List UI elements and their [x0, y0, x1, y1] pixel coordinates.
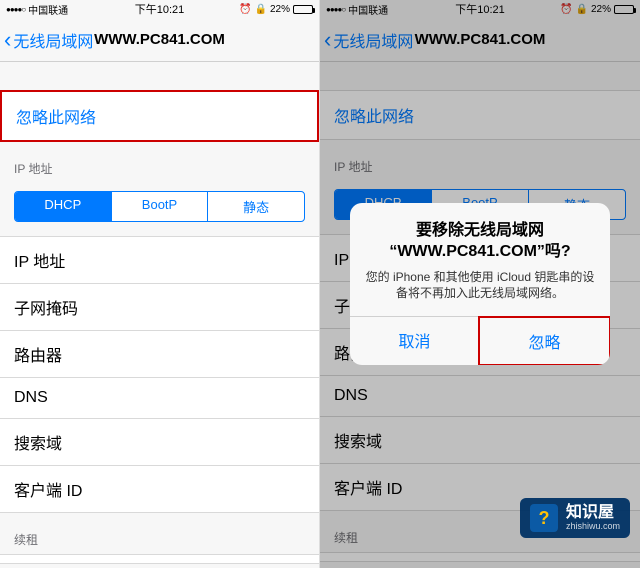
watermark-icon: ?: [530, 504, 558, 532]
seg-bootp[interactable]: BootP: [111, 192, 208, 221]
row-subnet[interactable]: 子网掩码: [0, 284, 319, 331]
renew-lease-button[interactable]: [0, 554, 319, 564]
row-dns[interactable]: DNS: [0, 378, 319, 419]
modal-overlay: 要移除无线局域网 “WWW.PC841.COM”吗? 您的 iPhone 和其他…: [320, 0, 640, 568]
chevron-left-icon: ‹: [4, 27, 11, 53]
page-title: WWW.PC841.COM: [94, 31, 225, 48]
alert-title: 要移除无线局域网 “WWW.PC841.COM”吗?: [364, 221, 596, 263]
screen-left: ●●●●○ 中国联通 下午10:21 ⏰ 🔒 22% ‹ 无线局域网 WWW.P…: [0, 0, 320, 568]
alert-cancel-button[interactable]: 取消: [350, 317, 479, 365]
seg-dhcp[interactable]: DHCP: [15, 192, 111, 221]
watermark: ? 知识屋 zhishiwu.com: [520, 498, 630, 538]
signal-dots-icon: ●●●●○: [6, 5, 25, 14]
watermark-title: 知识屋: [566, 504, 620, 522]
ip-mode-segmented[interactable]: DHCP BootP 静态: [14, 191, 305, 222]
row-search-domains[interactable]: 搜索域: [0, 419, 319, 466]
status-bar: ●●●●○ 中国联通 下午10:21 ⏰ 🔒 22%: [0, 0, 319, 18]
alarm-icon: ⏰: [239, 4, 251, 15]
forget-network-label: 忽略此网络: [16, 110, 96, 127]
ip-section-header: IP 地址: [0, 142, 319, 183]
row-router[interactable]: 路由器: [0, 331, 319, 378]
http-proxy-header: HTTP 代理: [0, 564, 319, 568]
forget-confirm-alert: 要移除无线局域网 “WWW.PC841.COM”吗? 您的 iPhone 和其他…: [350, 203, 610, 365]
battery-pct-label: 22%: [270, 4, 290, 15]
back-button[interactable]: ‹ 无线局域网: [0, 27, 93, 53]
alert-message: 您的 iPhone 和其他使用 iCloud 钥匙串的设备将不再加入此无线局域网…: [364, 269, 596, 303]
forget-network-button[interactable]: 忽略此网络: [0, 90, 319, 142]
clock-label: 下午10:21: [135, 1, 185, 17]
ip-fields-list: IP 地址 子网掩码 路由器 DNS 搜索域 客户端 ID: [0, 236, 319, 513]
row-ip[interactable]: IP 地址: [0, 237, 319, 284]
screen-right: ●●●●○ 中国联通 下午10:21 ⏰ 🔒 22% ‹ 无线局域网 WWW.P…: [320, 0, 640, 568]
alert-forget-button[interactable]: 忽略: [478, 316, 610, 365]
watermark-url: zhishiwu.com: [566, 522, 620, 532]
seg-static[interactable]: 静态: [207, 192, 304, 221]
nav-bar: ‹ 无线局域网 WWW.PC841.COM: [0, 18, 319, 62]
carrier-label: 中国联通: [28, 2, 68, 17]
orientation-lock-icon: 🔒: [255, 4, 267, 15]
battery-icon: [293, 5, 313, 14]
back-label: 无线局域网: [13, 28, 93, 52]
renew-section-header: 续租: [0, 513, 319, 554]
row-client-id[interactable]: 客户端 ID: [0, 466, 319, 513]
